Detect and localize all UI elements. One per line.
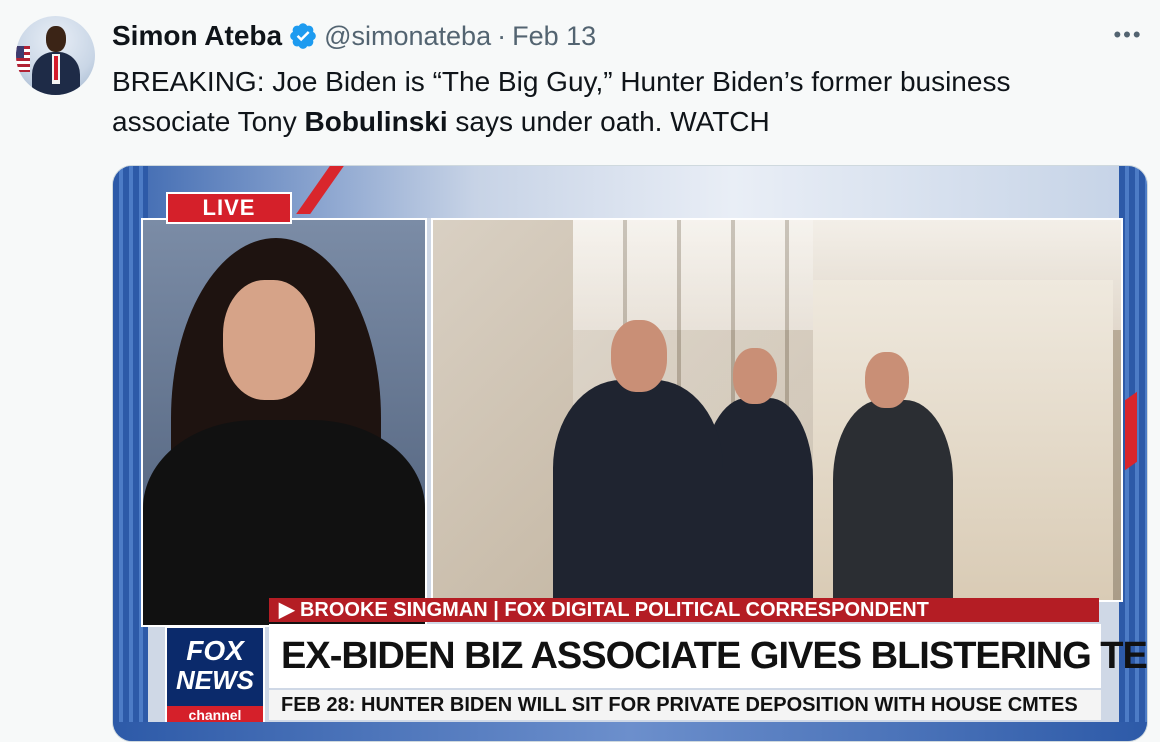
video-player[interactable]: LIVE ▶ BROOKE SINGMAN | FOX DIGITAL POLI… xyxy=(112,165,1148,742)
tweet-text-bold: Bobulinski xyxy=(304,106,448,137)
author-name[interactable]: Simon Ateba xyxy=(112,20,282,52)
avatar-head xyxy=(46,26,66,52)
headline-banner: EX-BIDEN BIZ ASSOCIATE GIVES BLISTERING … xyxy=(269,624,1147,688)
logo-news: NEWS xyxy=(176,665,254,695)
person-1-head xyxy=(611,320,667,392)
tweet-text-part-2: says under oath. WATCH xyxy=(447,106,770,137)
tweet-date[interactable]: Feb 13 xyxy=(512,21,596,52)
correspondent-lower-third: ▶ BROOKE SINGMAN | FOX DIGITAL POLITICAL… xyxy=(269,598,1099,622)
red-stripe xyxy=(1125,391,1137,471)
correspondent-face xyxy=(223,280,315,400)
logo-fox: FOX xyxy=(186,635,244,666)
verified-badge-icon[interactable] xyxy=(288,21,318,51)
person-1 xyxy=(553,380,723,600)
separator-dot: · xyxy=(497,20,507,51)
author-avatar[interactable] xyxy=(16,16,95,95)
tweet-text: BREAKING: Joe Biden is “The Big Guy,” Hu… xyxy=(112,62,1132,142)
live-badge: LIVE xyxy=(166,192,292,224)
flag-graphic xyxy=(16,46,30,72)
tweet-header: Simon Ateba @simonateba · Feb 13 xyxy=(112,18,596,54)
news-ticker: FEB 28: HUNTER BIDEN WILL SIT FOR PRIVAT… xyxy=(269,690,1101,720)
correspondent-panel xyxy=(141,218,427,627)
person-3-head xyxy=(865,352,909,408)
author-handle[interactable]: @simonateba xyxy=(324,21,491,52)
broadcast-bottom-bar xyxy=(113,722,1147,741)
more-icon[interactable]: ••• xyxy=(1110,20,1146,50)
hallway-footage xyxy=(431,218,1123,602)
person-2-head xyxy=(733,348,777,404)
correspondent-body xyxy=(143,420,425,625)
avatar-tie xyxy=(54,56,58,80)
fox-news-logo: FOX NEWS channel xyxy=(165,626,265,726)
person-3 xyxy=(833,400,953,600)
